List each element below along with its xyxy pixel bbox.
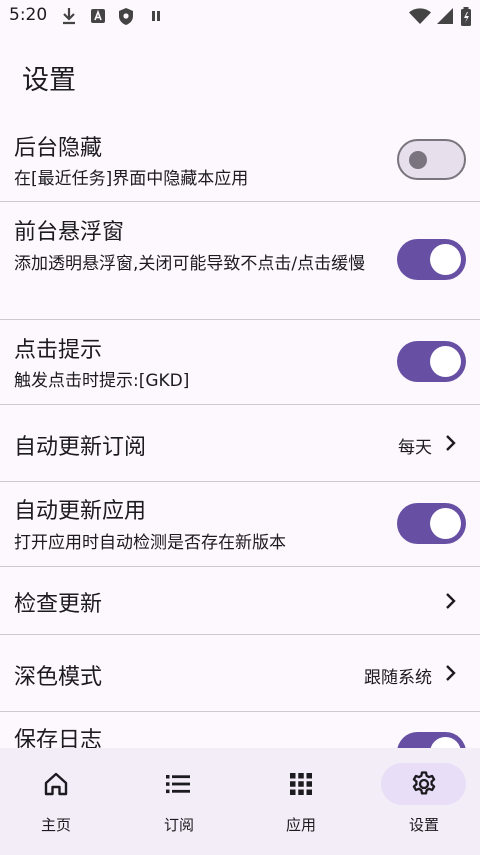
nav-item-subscription[interactable]: 订阅 bbox=[119, 748, 239, 855]
apps-grid-icon bbox=[290, 773, 312, 795]
nav-item-apps[interactable]: 应用 bbox=[241, 748, 361, 855]
setting-description: 在[最近任务]界面中隐藏本应用 bbox=[14, 169, 249, 189]
setting-value: 跟随系统 bbox=[364, 668, 432, 688]
nav-label: 应用 bbox=[285, 816, 316, 834]
setting-label: 后台隐藏 bbox=[14, 136, 103, 161]
setting-label: 自动更新应用 bbox=[14, 499, 147, 524]
chevron-right-icon bbox=[446, 665, 456, 681]
setting-auto-update-app[interactable]: 自动更新应用 打开应用时自动检测是否存在新版本 bbox=[0, 482, 480, 566]
status-time: 5:20 bbox=[9, 5, 48, 25]
home-icon bbox=[44, 772, 68, 796]
battery-icon bbox=[461, 7, 471, 26]
shield-icon bbox=[119, 8, 133, 25]
chevron-right-icon bbox=[446, 435, 456, 451]
hide-background-toggle[interactable] bbox=[397, 139, 466, 180]
setting-floating-window[interactable]: 前台悬浮窗 添加透明悬浮窗,关闭可能导致不点击/点击缓慢 bbox=[0, 202, 480, 319]
toggle-knob bbox=[430, 244, 461, 275]
setting-check-update[interactable]: 检查更新 bbox=[0, 567, 480, 634]
auto-update-app-toggle[interactable] bbox=[397, 503, 466, 544]
bottom-navigation: 主页 订阅 应用 设置 bbox=[0, 748, 480, 855]
floating-window-toggle[interactable] bbox=[397, 239, 466, 280]
click-hint-toggle[interactable] bbox=[397, 341, 466, 382]
setting-label: 深色模式 bbox=[14, 665, 103, 690]
pause-icon bbox=[152, 11, 160, 21]
setting-label: 自动更新订阅 bbox=[14, 435, 147, 460]
setting-save-log[interactable]: 保存日志 bbox=[0, 712, 480, 748]
a-icon bbox=[91, 9, 105, 23]
setting-click-hint[interactable]: 点击提示 触发点击时提示:[GKD] bbox=[0, 320, 480, 404]
setting-label: 检查更新 bbox=[14, 592, 103, 617]
nav-label: 主页 bbox=[40, 816, 71, 834]
nav-label: 设置 bbox=[408, 816, 439, 834]
nav-item-settings[interactable]: 设置 bbox=[362, 748, 480, 855]
page-title: 设置 bbox=[22, 65, 76, 96]
nav-label: 订阅 bbox=[163, 816, 194, 834]
gear-icon bbox=[412, 771, 436, 795]
setting-label: 前台悬浮窗 bbox=[14, 220, 125, 245]
wifi-icon bbox=[409, 8, 431, 24]
setting-label: 保存日志 bbox=[14, 728, 103, 748]
setting-value: 每天 bbox=[398, 438, 432, 458]
setting-description: 添加透明悬浮窗,关闭可能导致不点击/点击缓慢 bbox=[14, 254, 366, 274]
setting-auto-update-subscription[interactable]: 自动更新订阅 每天 bbox=[0, 405, 480, 481]
toggle-knob bbox=[430, 346, 461, 377]
toggle-knob bbox=[409, 151, 427, 169]
setting-hide-background[interactable]: 后台隐藏 在[最近任务]界面中隐藏本应用 bbox=[0, 120, 480, 201]
status-bar: 5:20 bbox=[0, 0, 480, 34]
setting-dark-mode[interactable]: 深色模式 跟随系统 bbox=[0, 635, 480, 711]
setting-description: 打开应用时自动检测是否存在新版本 bbox=[14, 533, 286, 553]
setting-description: 触发点击时提示:[GKD] bbox=[14, 371, 190, 391]
download-icon bbox=[63, 8, 75, 25]
toggle-knob bbox=[430, 737, 461, 748]
toggle-knob bbox=[430, 508, 461, 539]
list-icon bbox=[166, 775, 190, 794]
setting-label: 点击提示 bbox=[14, 338, 103, 363]
save-log-toggle[interactable] bbox=[397, 732, 466, 748]
nav-item-home[interactable]: 主页 bbox=[0, 748, 120, 855]
chevron-right-icon bbox=[446, 593, 456, 609]
signal-icon bbox=[437, 8, 453, 24]
